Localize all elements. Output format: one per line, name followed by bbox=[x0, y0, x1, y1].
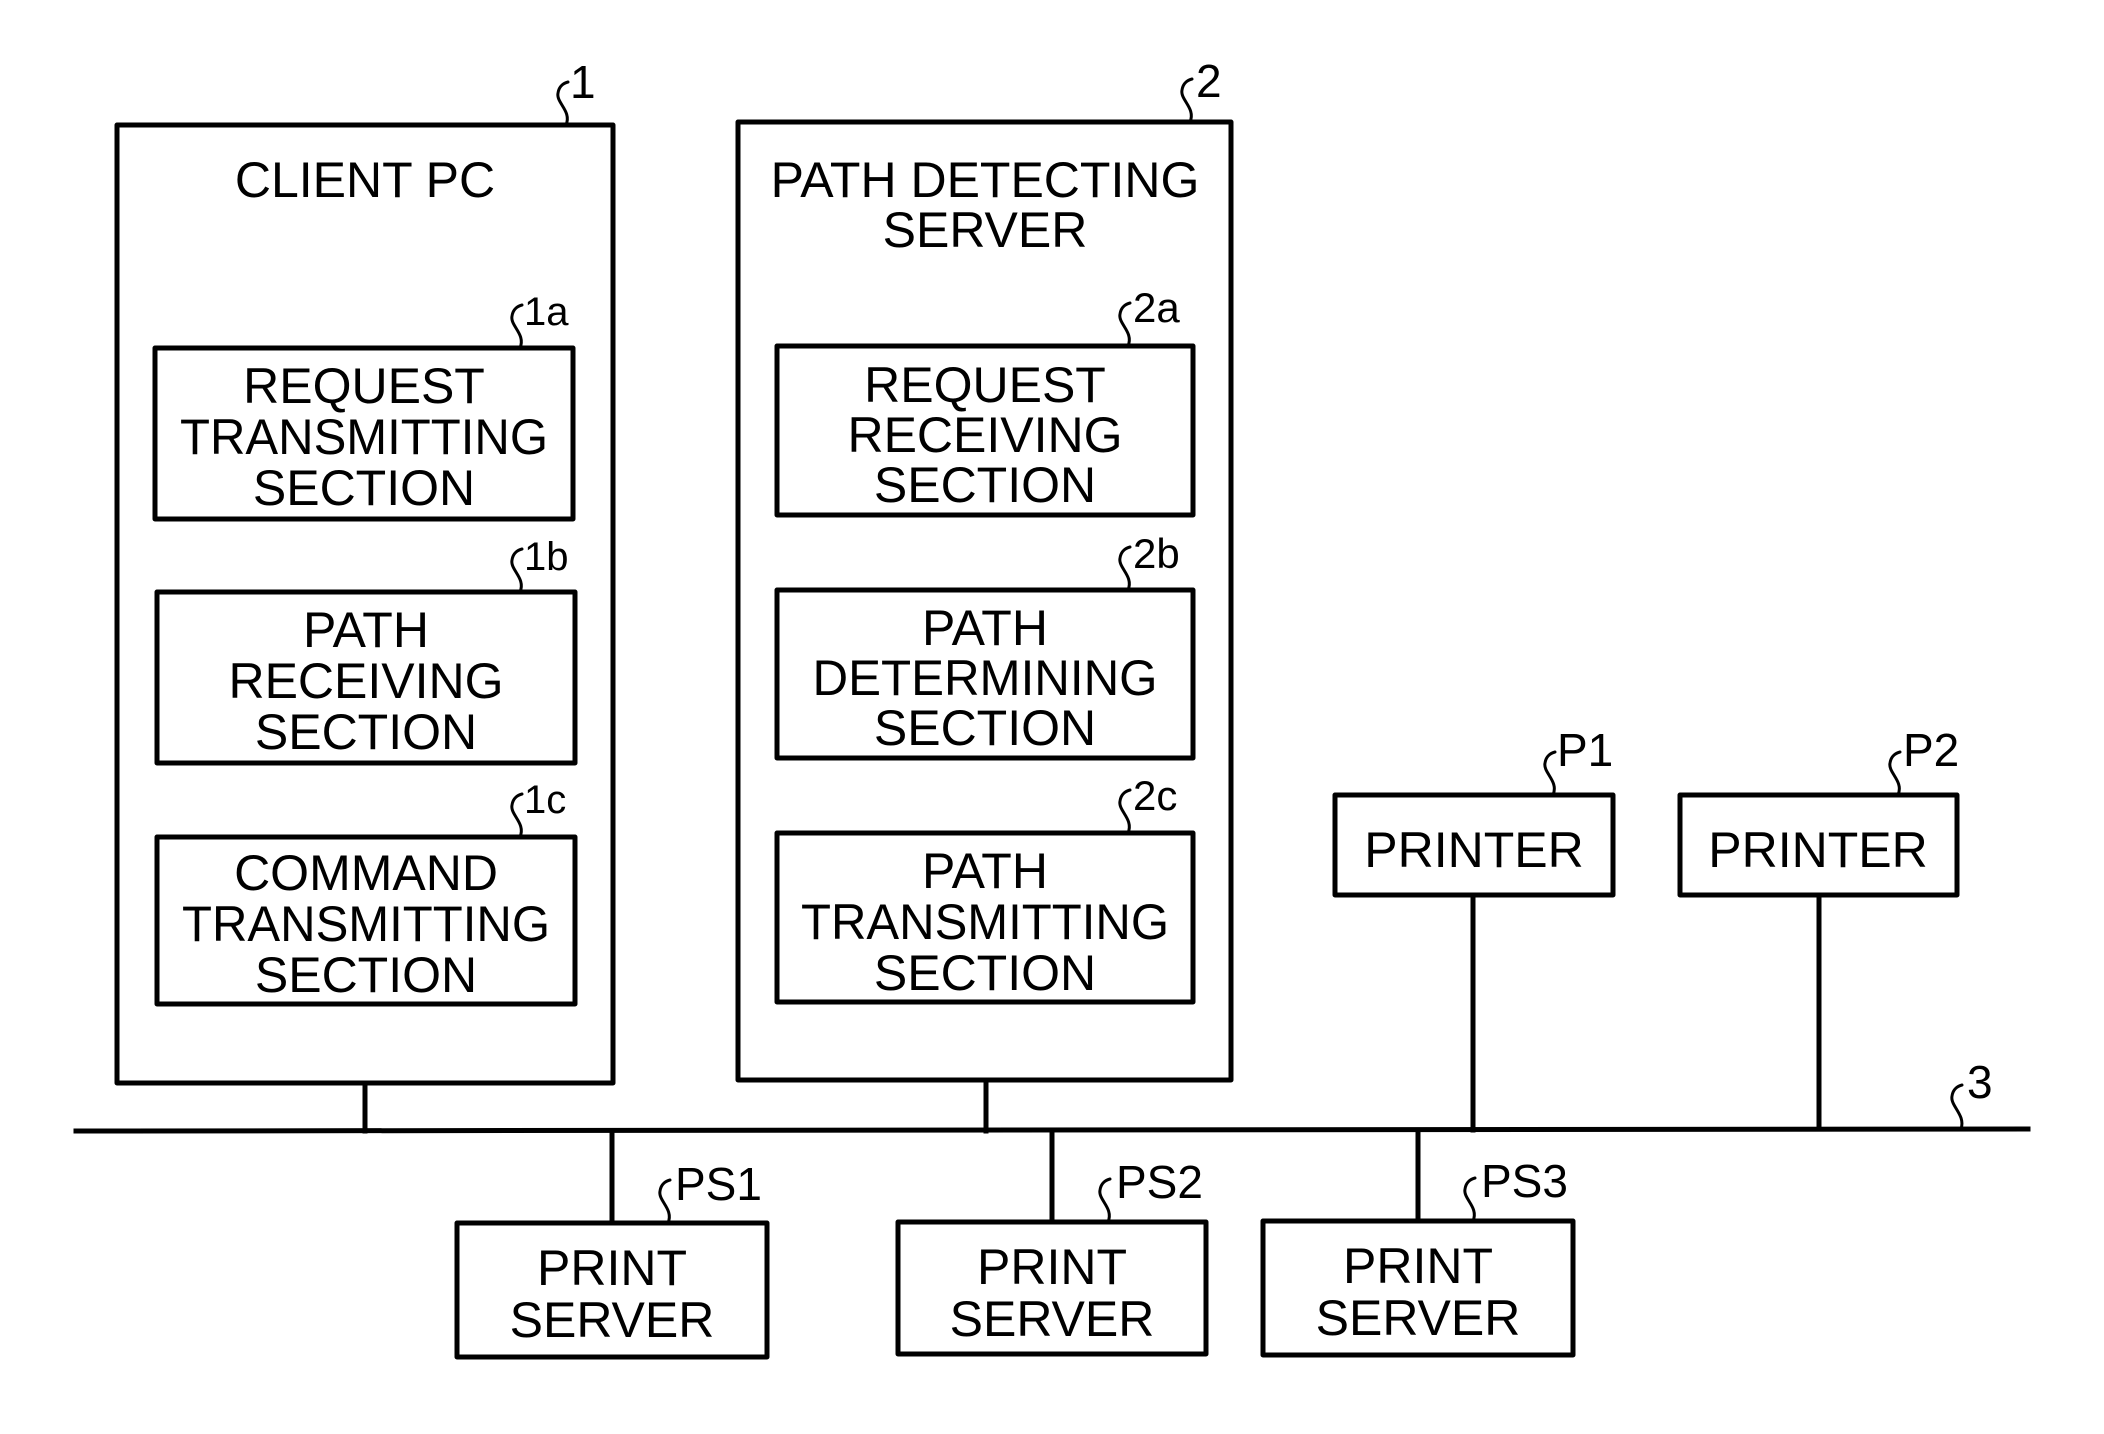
print-server-ps3-ref-leader bbox=[1463, 1176, 1477, 1223]
server-title-line-1: PATH DETECTING bbox=[771, 152, 1200, 208]
section-2c-line-2: TRANSMITTING bbox=[801, 894, 1169, 950]
printer-p2-ref-leader bbox=[1888, 750, 1902, 797]
section-1a-line-3: SECTION bbox=[253, 460, 475, 516]
section-1b-line-3: SECTION bbox=[255, 704, 477, 760]
print-server-ps1-line-2: SERVER bbox=[510, 1292, 715, 1348]
server-ref-label: 2 bbox=[1196, 55, 1222, 107]
printer-p1-ref-label: P1 bbox=[1557, 724, 1613, 776]
printer-p1-label: PRINTER bbox=[1364, 822, 1583, 878]
section-1c-line-3: SECTION bbox=[255, 947, 477, 1003]
section-1b-ref-label: 1b bbox=[524, 535, 569, 579]
section-2a-line-1: REQUEST bbox=[864, 357, 1106, 413]
section-1a-ref-label: 1a bbox=[524, 290, 569, 334]
path-detecting-server-block: 2 PATH DETECTING SERVER 2a REQUEST RECEI… bbox=[735, 55, 1234, 1083]
section-2a-ref-label: 2a bbox=[1133, 284, 1180, 331]
client-pc-ref-leader bbox=[556, 80, 570, 127]
print-server-ps2-line-2: SERVER bbox=[950, 1291, 1155, 1347]
print-server-ps3-line-1: PRINT bbox=[1343, 1238, 1493, 1294]
section-2b-line-1: PATH bbox=[922, 600, 1048, 656]
printer-p1: P1 PRINTER bbox=[1332, 724, 1616, 898]
section-1a-line-2: TRANSMITTING bbox=[180, 409, 548, 465]
print-server-ps2-ref-leader bbox=[1098, 1177, 1112, 1224]
server-title-line-2: SERVER bbox=[883, 202, 1088, 258]
section-1c-line-2: TRANSMITTING bbox=[182, 896, 550, 952]
printer-p2-ref-label: P2 bbox=[1903, 724, 1959, 776]
print-server-ps1-ref-label: PS1 bbox=[675, 1158, 762, 1210]
client-pc-title: CLIENT PC bbox=[235, 152, 495, 208]
section-1c-ref-label: 1c bbox=[524, 778, 566, 822]
print-server-ps3-line-2: SERVER bbox=[1316, 1290, 1521, 1346]
section-2c-ref-label: 2c bbox=[1133, 772, 1177, 819]
section-1a-line-1: REQUEST bbox=[243, 358, 485, 414]
print-server-ps2-line-1: PRINT bbox=[977, 1239, 1127, 1295]
section-2c-line-1: PATH bbox=[922, 843, 1048, 899]
section-1b-line-2: RECEIVING bbox=[228, 653, 503, 709]
print-server-ps1-line-1: PRINT bbox=[537, 1240, 687, 1296]
printer-p1-ref-leader bbox=[1543, 750, 1557, 797]
section-2a-line-3: SECTION bbox=[874, 457, 1096, 513]
network-ref-label: 3 bbox=[1967, 1056, 1993, 1108]
printer-p2-label: PRINTER bbox=[1708, 822, 1927, 878]
client-pc-block: 1 CLIENT PC 1a REQUEST TRANSMITTING SECT… bbox=[114, 56, 616, 1086]
section-1b-line-1: PATH bbox=[303, 602, 429, 658]
network-diagram: 3 1 CLIENT PC 1a REQUEST TRANSMITTING SE… bbox=[73, 55, 2031, 1360]
section-2b-line-3: SECTION bbox=[874, 700, 1096, 756]
section-2b-ref-label: 2b bbox=[1133, 530, 1180, 577]
print-server-ps1-ref-leader bbox=[658, 1178, 672, 1225]
client-pc-ref-label: 1 bbox=[570, 56, 596, 108]
print-server-ps2-ref-label: PS2 bbox=[1116, 1156, 1203, 1208]
section-1c-line-1: COMMAND bbox=[234, 845, 498, 901]
section-2a-line-2: RECEIVING bbox=[847, 407, 1122, 463]
section-2b-line-2: DETERMINING bbox=[813, 650, 1158, 706]
printer-p2: P2 PRINTER bbox=[1677, 724, 1960, 898]
network-ref-leader bbox=[1950, 1083, 1964, 1131]
print-server-ps3-ref-label: PS3 bbox=[1481, 1155, 1568, 1207]
section-2c-line-3: SECTION bbox=[874, 945, 1096, 1001]
server-ref-leader bbox=[1180, 77, 1194, 124]
